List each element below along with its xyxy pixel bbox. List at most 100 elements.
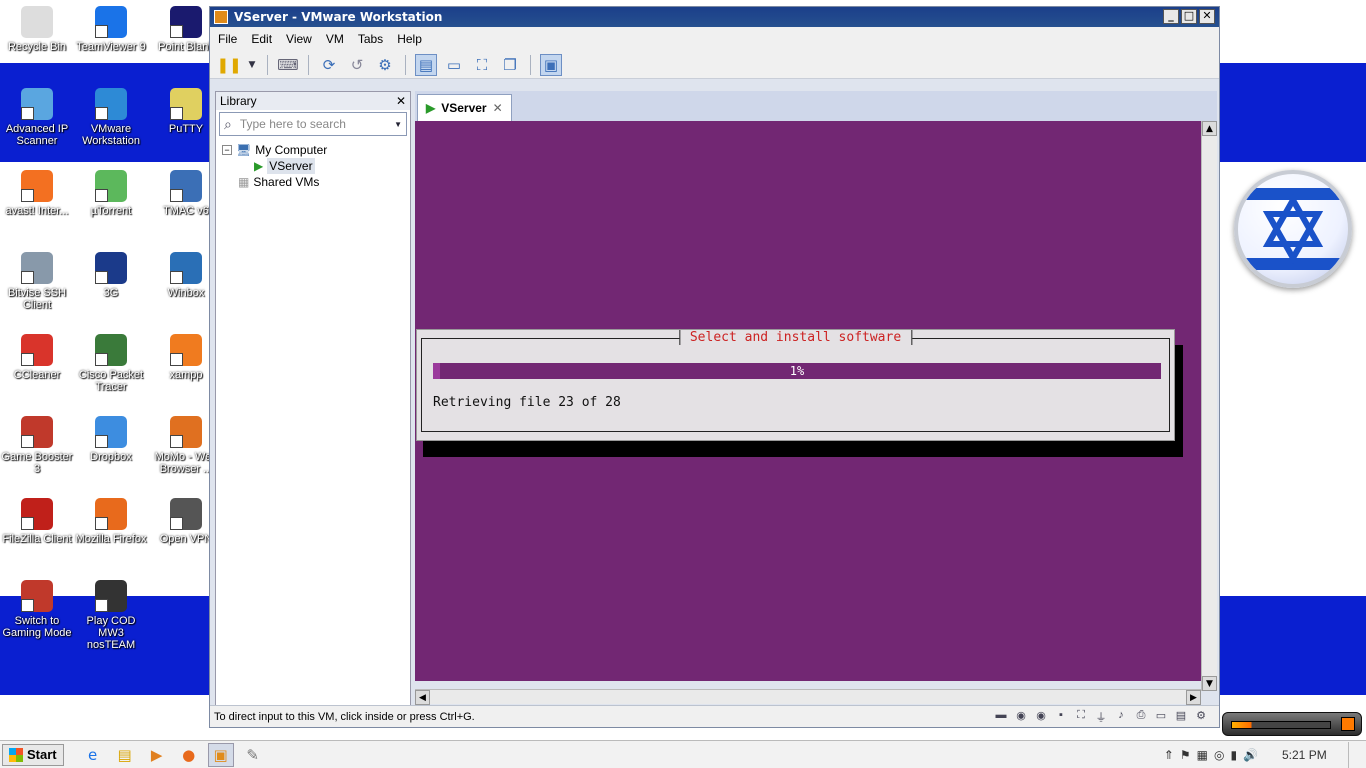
gaming-mode-icon [21,580,53,612]
desktop-icon[interactable]: Play COD MW3 nosTEAM [74,580,148,651]
desktop-icon[interactable]: Game Booster 3 [0,416,74,475]
installer-message: Retrieving file 23 of 28 [433,395,621,410]
tree-item-vserver[interactable]: ▶ VServer [222,158,410,174]
volume-icon[interactable]: 🔊 [1243,748,1258,762]
menu-file[interactable]: File [218,32,237,46]
tray-app-icon[interactable]: ◎ [1214,748,1224,762]
desktop-gadget[interactable] [1222,712,1362,736]
3g-icon [95,252,127,284]
desktop-icon[interactable]: TeamViewer 9 [74,6,148,53]
take-snapshot-icon[interactable]: ⟳ [318,54,340,76]
vmware-window[interactable]: VServer - VMware Workstation _ □ ✕ File … [209,6,1220,728]
desktop-icon[interactable]: FileZilla Client [0,498,74,545]
tray-expand-icon[interactable]: ⇑ [1164,748,1174,762]
floppy-icon[interactable]: ▪ [1053,709,1069,723]
cd-dvd-icon[interactable]: ◉ [1013,709,1029,723]
tree-label-vserver: VServer [267,158,315,174]
xampp-icon [170,334,202,366]
vmware-taskbar-icon[interactable]: ▣ [207,742,234,767]
cd-dvd-2-icon[interactable]: ◉ [1033,709,1049,723]
tray-power-icon[interactable]: ▮ [1230,748,1237,762]
search-icon: ⌕ [224,115,232,132]
desktop-icon[interactable]: Dropbox [74,416,148,463]
vm-console[interactable]: Select and install software 1% Retrievin… [415,121,1201,716]
collapse-icon[interactable]: − [222,145,232,155]
vm-settings-icon[interactable]: ⚙ [1193,709,1209,723]
menu-vm[interactable]: VM [326,32,344,46]
internet-explorer-icon[interactable]: e [80,743,106,767]
vmware-icon [95,88,127,120]
library-search[interactable]: ⌕ Type here to search ▼ [219,112,407,136]
firefox-taskbar-icon[interactable]: ● [176,743,202,767]
revert-snapshot-icon[interactable]: ↺ [346,54,368,76]
vertical-scrollbar[interactable]: ▲ ▼ [1201,121,1217,691]
unity-icon[interactable]: ❐ [499,54,521,76]
menu-view[interactable]: View [286,32,312,46]
title-bar[interactable]: VServer - VMware Workstation _ □ ✕ [210,7,1219,27]
tab-vserver[interactable]: ▶ VServer ✕ [417,94,512,121]
desktop-icon-label: Mozilla Firefox [75,533,147,545]
desktop-icon[interactable]: CCleaner [0,334,74,381]
send-ctrl-alt-del-icon[interactable]: ⌨ [277,54,299,76]
library-header: Library ✕ [216,92,410,110]
start-button[interactable]: Start [2,743,64,766]
minimize-button[interactable]: _ [1163,9,1179,24]
teamviewer-icon [95,6,127,38]
display-icon[interactable]: ▭ [1153,709,1169,723]
putty-icon [170,88,202,120]
message-log-icon[interactable]: ▤ [1173,709,1189,723]
scroll-left-icon[interactable]: ◀ [415,690,430,705]
maximize-button[interactable]: □ [1181,9,1197,24]
horizontal-scrollbar[interactable]: ◀ ▶ [415,689,1201,705]
clock[interactable]: 5:21 PM [1282,748,1342,762]
desktop-icon[interactable]: VMware Workstation [74,88,148,147]
installer-title: Select and install software [678,330,913,345]
scroll-up-icon[interactable]: ▲ [1202,121,1217,136]
close-button[interactable]: ✕ [1199,9,1215,24]
desktop-icon[interactable]: Recycle Bin [0,6,74,53]
tmac-icon [170,170,202,202]
desktop-icon[interactable]: Cisco Packet Tracer [74,334,148,393]
tree-item-shared-vms[interactable]: ▦ Shared VMs [222,174,410,190]
tree-item-my-computer[interactable]: − 🖥 My Computer [222,142,410,158]
gadget-button[interactable] [1341,717,1355,731]
network-adapter-icon[interactable]: ⛶ [1073,709,1089,723]
start-label: Start [27,747,57,762]
scroll-right-icon[interactable]: ▶ [1186,690,1201,705]
file-explorer-icon[interactable]: ▤ [112,743,138,767]
desktop-icon-label: Cisco Packet Tracer [78,369,144,393]
power-dropdown-icon[interactable]: ▼ [246,54,258,76]
desktop-icon[interactable]: Mozilla Firefox [74,498,148,545]
printer-icon[interactable]: ⎙ [1133,709,1149,723]
media-player-icon[interactable]: ▶ [144,743,170,767]
show-library-icon[interactable]: ▤ [415,53,437,76]
menu-edit[interactable]: Edit [251,32,272,46]
library-title: Library [220,94,257,108]
search-dropdown-icon[interactable]: ▼ [394,120,402,129]
library-close-icon[interactable]: ✕ [396,94,406,108]
progress-fill [433,363,441,379]
desktop-icon[interactable]: Advanced IP Scanner [0,88,74,147]
console-view-icon[interactable]: ▣ [540,53,562,76]
show-desktop-button[interactable] [1348,742,1358,768]
desktop-icon[interactable]: Bitvise SSH Client [0,252,74,311]
desktop-icon[interactable]: 3G [74,252,148,299]
menu-tabs[interactable]: Tabs [358,32,383,46]
game-booster-icon [21,416,53,448]
full-screen-icon[interactable]: ⛶ [471,54,493,76]
tab-close-icon[interactable]: ✕ [493,101,503,115]
desktop-icon[interactable]: avast! Inter... [0,170,74,217]
action-center-icon[interactable]: ⚑ [1180,748,1191,762]
tray-network-icon[interactable]: ▦ [1197,748,1208,762]
sound-icon[interactable]: ♪ [1113,709,1129,723]
pause-icon[interactable]: ❚❚ [216,54,241,76]
paint-taskbar-icon[interactable]: ✎ [240,743,266,767]
hard-disk-icon[interactable]: ▬ [993,709,1009,723]
snapshot-manager-icon[interactable]: ⚙ [374,54,396,76]
thumbnail-bar-icon[interactable]: ▭ [443,54,465,76]
menu-help[interactable]: Help [397,32,422,46]
desktop-icon[interactable]: µTorrent [74,170,148,217]
usb-icon[interactable]: ⏚ [1093,709,1109,724]
scroll-down-icon[interactable]: ▼ [1202,676,1217,691]
desktop-icon[interactable]: Switch to Gaming Mode [0,580,74,639]
